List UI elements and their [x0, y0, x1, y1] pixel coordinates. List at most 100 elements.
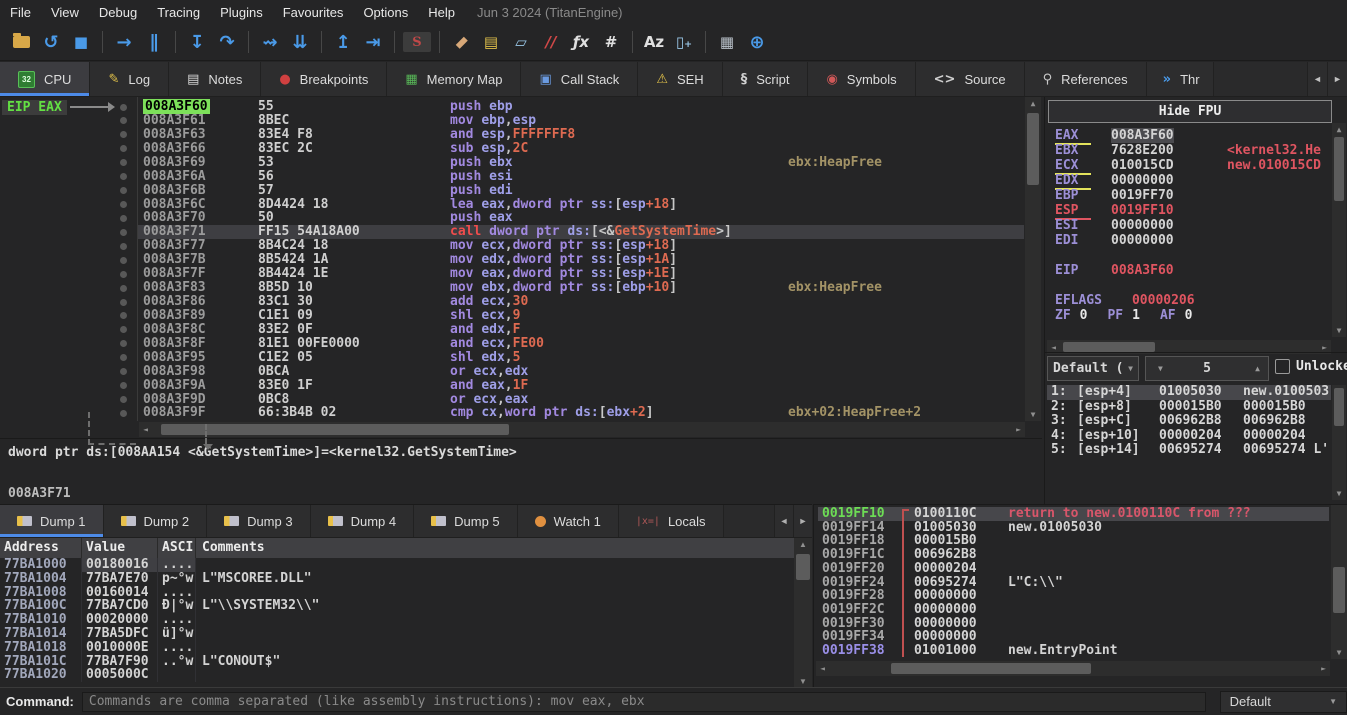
checkbox-icon[interactable] — [1275, 359, 1290, 374]
tab-dump-5[interactable]: Dump 5 — [414, 505, 518, 537]
register-row[interactable]: EBP0019FF70 — [1055, 188, 1329, 203]
stack-row[interactable]: 0019FF1C006962B8 — [818, 548, 1329, 562]
spin-down-icon[interactable]: ▼ — [1158, 364, 1163, 373]
patch-icon[interactable]: ▬ — [443, 24, 480, 61]
pause-icon[interactable]: ∥ — [141, 29, 167, 55]
breakpoint-dot[interactable] — [120, 215, 127, 222]
tab-call-stack[interactable]: ▣Call Stack — [521, 62, 638, 96]
tab-scroll-right[interactable]: ► — [1327, 62, 1347, 96]
breakpoint-dot[interactable] — [120, 368, 127, 375]
scroll-left-icon[interactable]: ◄ — [816, 661, 829, 676]
stack-row[interactable]: 0019FF2000000204 — [818, 562, 1329, 576]
breakpoint-dot[interactable] — [120, 173, 127, 180]
tab-dump-1[interactable]: Dump 1 — [0, 505, 104, 537]
dump-row[interactable]: 77BA10200005000C — [0, 668, 794, 682]
breakpoint-dot[interactable] — [120, 285, 127, 292]
argument-count-spinner[interactable]: ▼ 5 ▲ — [1145, 356, 1269, 381]
tab-seh[interactable]: ⚠SEH — [638, 62, 722, 96]
dump-vscroll-thumb[interactable] — [796, 554, 810, 580]
dump-row[interactable]: 77BA100800160014.... — [0, 586, 794, 600]
ordinal-icon[interactable]: # — [598, 29, 624, 55]
menu-favourites[interactable]: Favourites — [273, 5, 354, 20]
scroll-right-icon[interactable]: ► — [1317, 661, 1330, 676]
breakpoint-dot[interactable] — [120, 117, 127, 124]
scroll-down-icon[interactable]: ▼ — [1332, 487, 1346, 500]
register-row[interactable]: ECX010015CDnew.010015CD — [1055, 158, 1329, 173]
register-row[interactable]: ESI00000000 — [1055, 218, 1329, 233]
disasm-row[interactable]: 008A3F9F66:3B4B 02cmp cx,word ptr ds:[eb… — [0, 406, 1024, 420]
scroll-up-icon[interactable]: ▲ — [794, 538, 812, 551]
column-header-comments[interactable]: Comments — [196, 538, 794, 558]
tab-log[interactable]: ✎Log — [90, 62, 169, 96]
tab-script[interactable]: §Script — [723, 62, 809, 96]
stack-vscroll-thumb[interactable] — [1333, 567, 1345, 613]
argument-row[interactable]: 2:[esp+8]000015B0000015B0 — [1047, 400, 1331, 415]
dump-row[interactable]: 77BA101477BA5DFCü]°w — [0, 627, 794, 641]
breakpoint-dot[interactable] — [120, 382, 127, 389]
disasm-row[interactable]: 008A3F9D0BC8or ecx,eax — [0, 393, 1024, 407]
scroll-down-icon[interactable]: ▼ — [1025, 408, 1041, 421]
breakpoint-dot[interactable] — [120, 312, 127, 319]
disasm-row[interactable]: 008A3F6683EC 2Csub esp,2C — [0, 142, 1024, 156]
stack-row[interactable]: 0019FF2400695274L"C:\\" — [818, 576, 1329, 590]
dump-row[interactable]: 77BA10180010000E.... — [0, 641, 794, 655]
disasm-vertical-scrollbar[interactable]: ▲ ▼ — [1025, 97, 1041, 421]
tab-dump-2[interactable]: Dump 2 — [104, 505, 208, 537]
modules-icon[interactable]: ▯₊ — [671, 29, 697, 55]
tab-locals[interactable]: |x=|Locals — [619, 505, 724, 537]
disasm-horizontal-scrollbar[interactable]: ◄ ► — [139, 422, 1025, 437]
run-to-user-code-icon[interactable]: ⇥ — [360, 29, 386, 55]
tab-references[interactable]: ⚲References — [1025, 62, 1147, 96]
column-header-value[interactable]: Value — [82, 538, 158, 558]
text-encoding-icon[interactable]: Az — [641, 29, 667, 55]
stack-row[interactable]: 0019FF18000015B0 — [818, 534, 1329, 548]
menu-help[interactable]: Help — [418, 5, 465, 20]
scroll-down-icon[interactable]: ▼ — [1331, 646, 1347, 659]
disasm-row[interactable]: 008A3F6A56push esi — [0, 170, 1024, 184]
stack-row[interactable]: 0019FF3801001000new.EntryPoint — [818, 644, 1329, 658]
breakpoint-dot[interactable] — [120, 104, 127, 111]
breakpoint-dot[interactable] — [120, 299, 127, 306]
menu-options[interactable]: Options — [353, 5, 418, 20]
registers-vertical-scrollbar[interactable]: ▲ ▼ — [1332, 123, 1346, 337]
breakpoint-dot[interactable] — [120, 159, 127, 166]
stack-row[interactable]: 0019FF100100110Creturn to new.0100110C f… — [818, 507, 1329, 521]
scroll-left-icon[interactable]: ◄ — [139, 422, 152, 437]
hide-fpu-button[interactable]: Hide FPU — [1048, 100, 1332, 123]
register-row[interactable]: EAX008A3F60 — [1055, 128, 1329, 143]
disasm-row[interactable]: 008A3F7050push eax — [0, 211, 1024, 225]
scroll-right-icon[interactable]: ► — [1012, 422, 1025, 437]
argument-row[interactable]: 1:[esp+4]01005030new.0100503( — [1047, 385, 1331, 400]
unlocked-checkbox[interactable]: Unlocked — [1275, 359, 1347, 374]
disasm-vscroll-thumb[interactable] — [1027, 113, 1039, 185]
tab-threads[interactable]: »Thr — [1147, 62, 1214, 96]
stack-row[interactable]: 0019FF2800000000 — [818, 589, 1329, 603]
disasm-row[interactable]: 008A3F9A83E0 1Fand eax,1F — [0, 379, 1024, 393]
tab-dump-3[interactable]: Dump 3 — [207, 505, 311, 537]
step-over-icon[interactable]: ↷ — [214, 29, 240, 55]
column-header-address[interactable]: Address — [0, 538, 82, 558]
disasm-row[interactable]: 008A3F6383E4 F8and esp,FFFFFFF8 — [0, 128, 1024, 142]
animate-into-icon[interactable]: ⇝ — [257, 29, 283, 55]
disasm-row[interactable]: 008A3F8C83E2 0Fand edx,F — [0, 323, 1024, 337]
disasm-row[interactable]: 008A3F8F81E1 00FE0000and ecx,FE00 — [0, 337, 1024, 351]
calling-convention-select[interactable]: Default (stdc ▼ — [1047, 356, 1139, 381]
register-row[interactable]: ESP0019FF10 — [1055, 203, 1329, 218]
breakpoint-dot[interactable] — [120, 340, 127, 347]
tab-breakpoints[interactable]: ●Breakpoints — [261, 62, 387, 96]
breakpoint-dot[interactable] — [120, 271, 127, 278]
stack-hscroll-thumb[interactable] — [891, 663, 1091, 674]
disasm-row[interactable]: 008A3F618BECmov ebp,esp — [0, 114, 1024, 128]
tab-dump-4[interactable]: Dump 4 — [311, 505, 415, 537]
disasm-row[interactable]: 008A3F6953push ebxebx:HeapFree — [0, 156, 1024, 170]
animate-over-icon[interactable]: ⇊ — [287, 29, 313, 55]
argument-row[interactable]: 4:[esp+10]0000020400000204 — [1047, 429, 1331, 444]
register-row[interactable]: EIP008A3F60 — [1055, 263, 1329, 278]
tab-scroll-left[interactable]: ◄ — [1307, 62, 1327, 96]
close-icon[interactable]: ■ — [68, 29, 94, 55]
scroll-down-icon[interactable]: ▼ — [1332, 324, 1346, 337]
tab-memory-map[interactable]: ▦Memory Map — [387, 62, 521, 96]
register-row[interactable]: EBX7628E200<kernel32.He — [1055, 143, 1329, 158]
open-file-icon[interactable] — [8, 29, 34, 55]
disasm-row[interactable]: 008A3F980BCAor ecx,edx — [0, 365, 1024, 379]
